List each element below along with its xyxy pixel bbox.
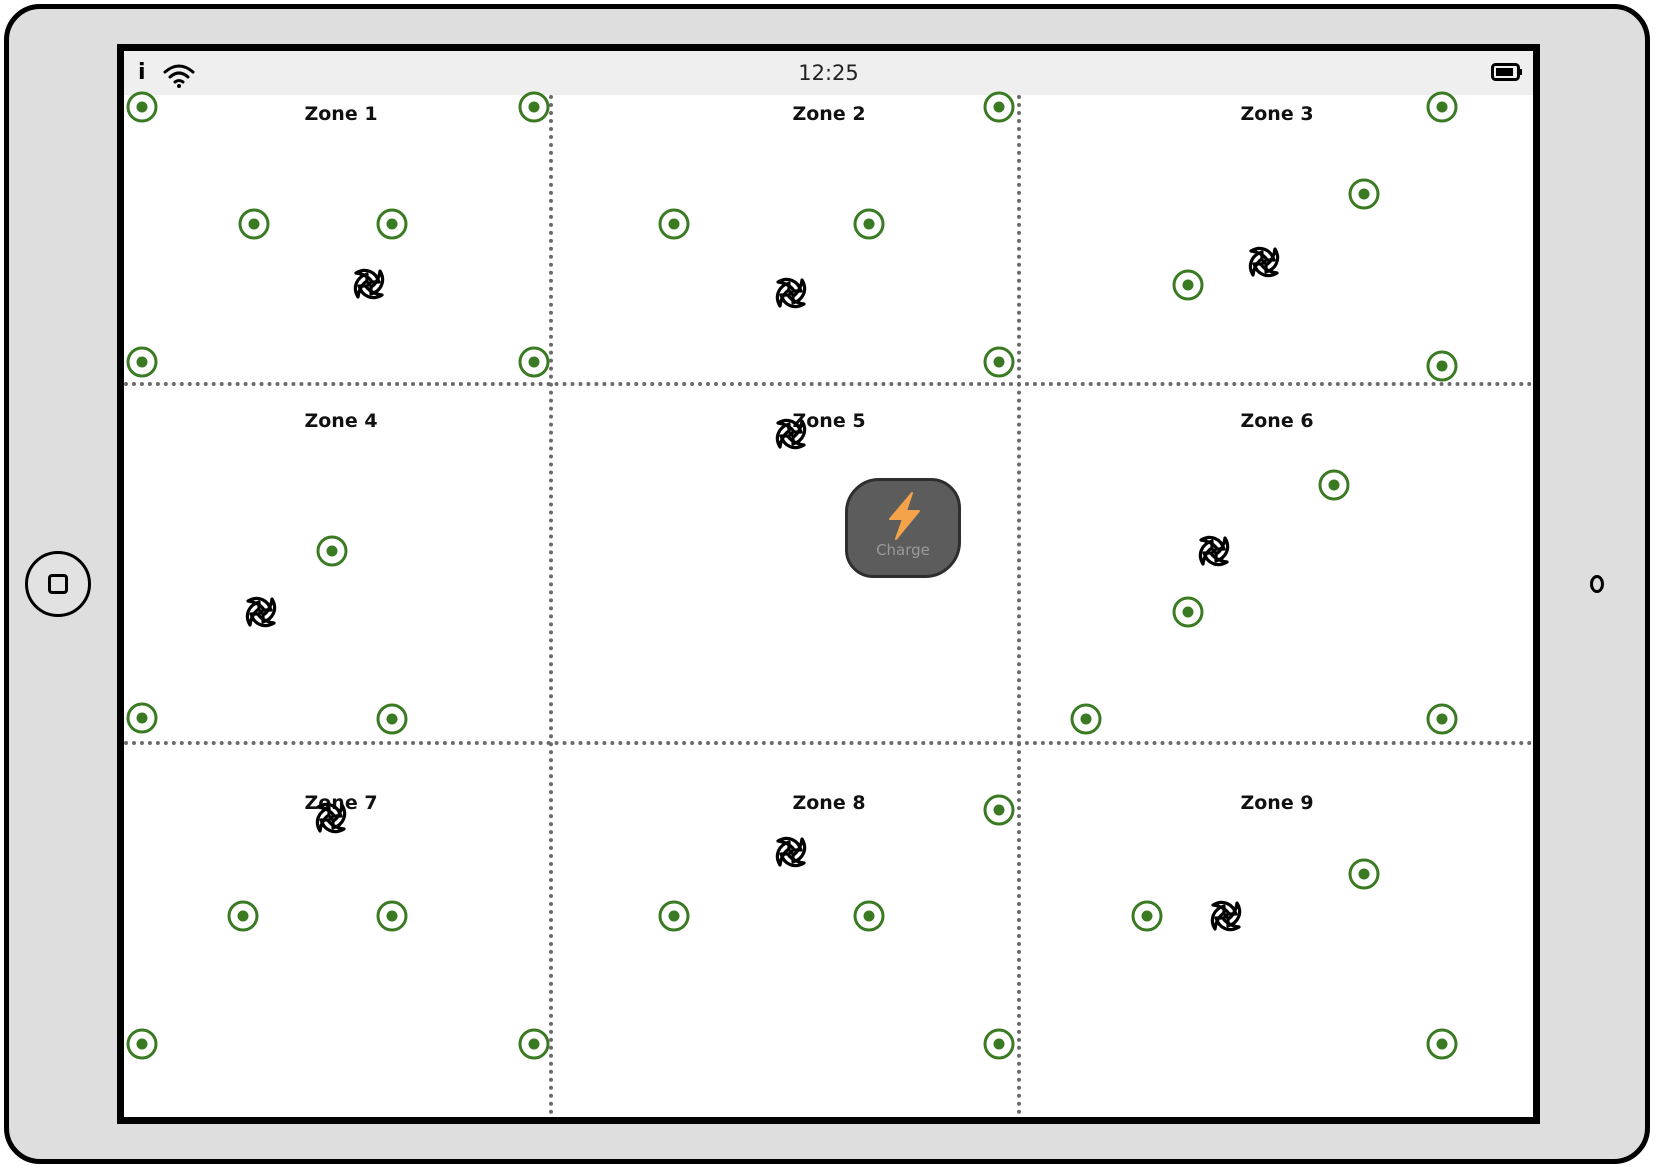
sensor-target-icon[interactable] [517, 1027, 551, 1061]
sensor-target-icon[interactable] [237, 207, 271, 241]
sensor-target-icon[interactable] [375, 899, 409, 933]
sensor-target-icon[interactable] [226, 899, 260, 933]
sensor-target-icon[interactable] [1425, 349, 1459, 383]
sensor-target-icon[interactable] [852, 207, 886, 241]
sensor-target-icon[interactable] [657, 207, 691, 241]
home-square-icon [48, 574, 68, 594]
sensor-target-icon[interactable] [517, 345, 551, 379]
zone-divider-horizontal [124, 382, 1533, 386]
sensor-target-icon[interactable] [315, 534, 349, 568]
zone-label-9: Zone 9 [1240, 792, 1314, 814]
fan-icon[interactable] [235, 586, 287, 638]
fan-icon[interactable] [765, 267, 817, 319]
sensor-target-icon[interactable] [375, 702, 409, 736]
zone-label-1: Zone 1 [304, 103, 378, 125]
sensor-target-icon[interactable] [1317, 468, 1351, 502]
sensor-target-icon[interactable] [375, 207, 409, 241]
screen: i 12:25 Zone 1 Zone 2 Zone 3 Zone 4 Zone… [117, 44, 1540, 1124]
sensor-target-icon[interactable] [125, 90, 159, 124]
sensor-target-icon[interactable] [1171, 268, 1205, 302]
zone-label-2: Zone 2 [792, 103, 866, 125]
fan-icon[interactable] [765, 826, 817, 878]
charge-button[interactable]: Charge [845, 478, 961, 578]
sensor-target-icon[interactable] [1171, 595, 1205, 629]
fan-icon[interactable] [343, 258, 395, 310]
sensor-target-icon[interactable] [982, 90, 1016, 124]
sensor-target-icon[interactable] [125, 701, 159, 735]
charge-label: Charge [876, 541, 930, 559]
sensor-target-icon[interactable] [1347, 857, 1381, 891]
sensor-target-icon[interactable] [517, 90, 551, 124]
sensor-target-icon[interactable] [1130, 899, 1164, 933]
status-bar: i 12:25 [124, 51, 1533, 95]
zone-label-3: Zone 3 [1240, 103, 1314, 125]
status-time: 12:25 [798, 61, 859, 85]
fan-icon[interactable] [1238, 236, 1290, 288]
sensor-target-icon[interactable] [125, 1027, 159, 1061]
fan-icon[interactable] [1200, 890, 1252, 942]
zone-divider-horizontal [124, 741, 1533, 745]
zone-divider-vertical [549, 95, 553, 1117]
lightning-icon [889, 492, 920, 540]
fan-icon[interactable] [765, 408, 817, 460]
camera-icon [1590, 575, 1604, 593]
sensor-target-icon[interactable] [852, 899, 886, 933]
sensor-target-icon[interactable] [1069, 702, 1103, 736]
zone-label-8: Zone 8 [792, 792, 866, 814]
sensor-target-icon[interactable] [982, 1027, 1016, 1061]
sensor-target-icon[interactable] [1425, 90, 1459, 124]
sensor-target-icon[interactable] [1425, 1027, 1459, 1061]
sensor-target-icon[interactable] [1425, 702, 1459, 736]
sensor-target-icon[interactable] [657, 899, 691, 933]
battery-icon [1491, 63, 1522, 81]
zone-divider-vertical [1017, 95, 1021, 1117]
sensor-target-icon[interactable] [982, 345, 1016, 379]
home-button[interactable] [25, 551, 91, 617]
fan-icon[interactable] [305, 792, 357, 844]
sensor-target-icon[interactable] [125, 345, 159, 379]
zone-label-4: Zone 4 [304, 410, 378, 432]
sensor-target-icon[interactable] [982, 793, 1016, 827]
sensor-target-icon[interactable] [1347, 177, 1381, 211]
fan-icon[interactable] [1188, 525, 1240, 577]
zone-label-6: Zone 6 [1240, 410, 1314, 432]
